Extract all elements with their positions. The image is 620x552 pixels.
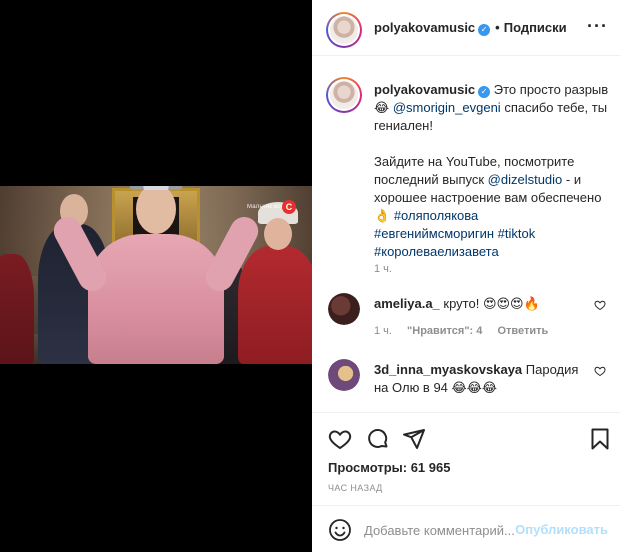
comment-meta: 1 ч. "Нравится": 4 Ответить — [374, 325, 560, 337]
hashtag-link[interactable]: #оляполякова — [394, 208, 478, 223]
post-caption: polyakovamusic ✓ Это просто разрыв 😂 @smo… — [374, 81, 610, 261]
header-username[interactable]: polyakovamusic — [374, 20, 475, 35]
verified-icon: ✓ — [478, 24, 491, 36]
heart-icon[interactable] — [594, 299, 606, 311]
video-frame[interactable]: Мальчик все С — [0, 186, 312, 364]
hashtag-link[interactable]: #королеваелизавета — [374, 244, 499, 259]
caption-avatar[interactable] — [326, 77, 362, 113]
comment-body: ameliya.a_ круто! 😍😍😍🔥 — [374, 295, 584, 313]
comment-text: круто! 😍😍😍🔥 — [443, 296, 540, 311]
post-time-ago: ЧАС НАЗАД — [328, 483, 383, 493]
smile-icon[interactable] — [328, 518, 352, 542]
post-header: polyakovamusic ✓ • Подписки ··· — [312, 0, 620, 56]
caption-timestamp: 1 ч. — [374, 263, 392, 275]
hashtag-link[interactable]: #tiktok — [498, 226, 536, 241]
instagram-post: Мальчик все С polyakovamusic ✓ • Подписки ·… — [0, 0, 620, 552]
heart-icon[interactable] — [328, 427, 352, 451]
separator-dot: • — [495, 20, 500, 35]
scene-person — [238, 202, 312, 364]
comment-icon[interactable] — [366, 427, 390, 451]
following-button[interactable]: Подписки — [504, 20, 567, 35]
scene-person-main — [48, 186, 264, 364]
caption-username[interactable]: polyakovamusic — [374, 82, 475, 97]
paper-plane-icon[interactable] — [402, 427, 426, 451]
comment-body: 3d_inna_myaskovskaya Пародия на Олю в 94… — [374, 361, 584, 397]
post-actions: Просмотры: 61 965 ЧАС НАЗАД Опубликовать — [312, 412, 620, 552]
header-user-line: polyakovamusic ✓ • Подписки — [374, 20, 567, 36]
scene-person — [0, 254, 34, 364]
comment-likes[interactable]: "Нравится": 4 — [407, 325, 482, 337]
hashtag-link[interactable]: #евгениймсморигин — [374, 226, 494, 241]
publish-button[interactable]: Опубликовать — [515, 522, 608, 537]
heart-icon[interactable] — [594, 365, 606, 377]
comment-avatar[interactable] — [328, 293, 360, 325]
more-options-icon[interactable]: ··· — [587, 16, 608, 37]
mention-link[interactable]: @smorigin_evgeni — [393, 100, 501, 115]
verified-icon: ✓ — [478, 86, 491, 98]
channel-logo-icon: С — [282, 200, 296, 214]
comments-area[interactable]: polyakovamusic ✓ Это просто разрыв 😂 @smo… — [312, 57, 620, 412]
comment-input[interactable] — [364, 518, 520, 542]
comment-time: 1 ч. — [374, 325, 392, 337]
caption-paragraph: Зайдите на YouTube, посмотрите последний… — [374, 153, 610, 261]
video-player[interactable]: Мальчик все С — [0, 0, 312, 552]
bookmark-icon[interactable] — [588, 427, 612, 451]
mention-link[interactable]: @dizelstudio — [488, 172, 563, 187]
comment-username[interactable]: 3d_inna_myaskovskaya — [374, 362, 522, 377]
comment-avatar[interactable] — [328, 359, 360, 391]
video-watermark: Мальчик все — [246, 204, 284, 210]
reply-button[interactable]: Ответить — [497, 325, 548, 337]
add-comment-bar: Опубликовать — [312, 505, 620, 552]
post-sidebar: polyakovamusic ✓ • Подписки ··· polyakovamu… — [312, 0, 620, 552]
avatar[interactable] — [326, 12, 362, 48]
comment-username[interactable]: ameliya.a_ — [374, 296, 440, 311]
view-count: Просмотры: 61 965 — [328, 460, 451, 475]
